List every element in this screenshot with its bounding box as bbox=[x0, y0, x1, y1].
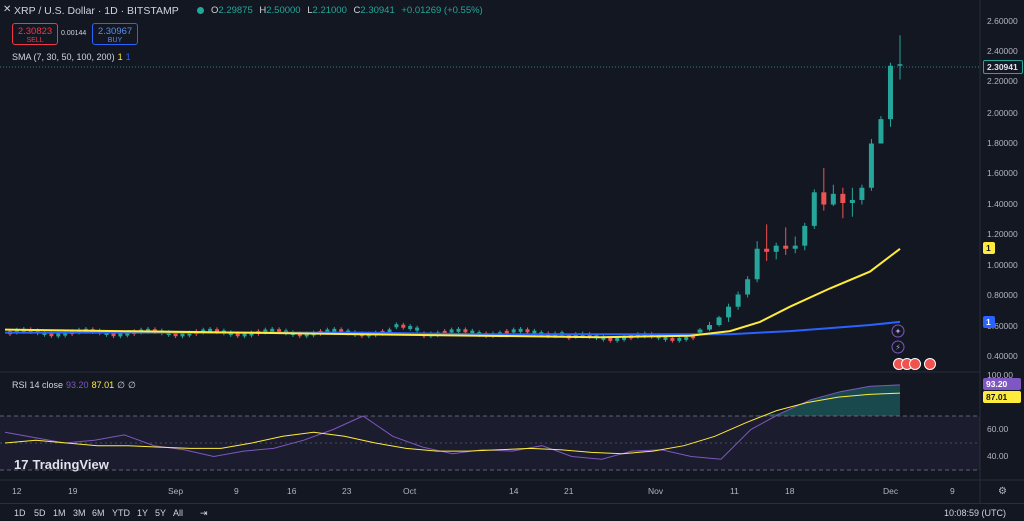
range-ytd-button[interactable]: YTD bbox=[112, 508, 130, 518]
candle bbox=[525, 327, 530, 335]
rsi-value-tag: 93.20 bbox=[983, 378, 1021, 390]
svg-text:✦: ✦ bbox=[895, 327, 902, 336]
time-axis-label: 19 bbox=[68, 486, 78, 496]
candle bbox=[394, 322, 399, 330]
candle bbox=[707, 321, 713, 332]
date-range-calendar-icon[interactable]: ⇥ bbox=[200, 508, 208, 519]
price-axis-label: 0.80000 bbox=[987, 290, 1018, 300]
price-axis-label: 1.40000 bbox=[987, 199, 1018, 209]
candle bbox=[716, 315, 722, 327]
rsi-axis-label: 40.00 bbox=[987, 451, 1009, 461]
candle bbox=[897, 35, 903, 80]
tradingview-logo: 17 TradingView bbox=[14, 457, 109, 472]
settings-gear-icon[interactable]: ⚙ bbox=[998, 486, 1007, 497]
rsi-overbought-fill bbox=[750, 384, 900, 416]
flag-icon bbox=[924, 358, 936, 370]
candle bbox=[840, 187, 846, 219]
candle bbox=[677, 335, 682, 343]
candle bbox=[745, 276, 751, 298]
time-axis-label: 9 bbox=[950, 486, 955, 496]
candle bbox=[518, 326, 523, 334]
candle bbox=[859, 184, 865, 205]
time-axis-label: 21 bbox=[564, 486, 574, 496]
utc-clock[interactable]: 10:08:59 (UTC) bbox=[944, 508, 1006, 518]
sma-long-tag: 1 bbox=[983, 316, 995, 328]
candle bbox=[754, 241, 760, 283]
time-axis-label: Dec bbox=[883, 486, 899, 496]
candle bbox=[783, 227, 789, 255]
price-chart[interactable]: ✦ ⚡ bbox=[0, 0, 1024, 520]
last-price-tag: 2.30941 bbox=[983, 60, 1023, 74]
time-axis-label: 14 bbox=[509, 486, 519, 496]
candle bbox=[849, 187, 855, 217]
candle bbox=[456, 326, 461, 334]
price-axis-label: 1.60000 bbox=[987, 168, 1018, 178]
range-1m-button[interactable]: 1M bbox=[53, 508, 66, 518]
flag-icon bbox=[909, 358, 921, 370]
candle bbox=[821, 167, 827, 211]
rsi-ma-tag: 87.01 bbox=[983, 391, 1021, 403]
time-axis-label: 16 bbox=[287, 486, 297, 496]
candle bbox=[408, 324, 413, 331]
range-5y-button[interactable]: 5Y bbox=[155, 508, 166, 518]
candle bbox=[878, 116, 884, 144]
time-axis-label: 12 bbox=[12, 486, 22, 496]
candle bbox=[764, 224, 770, 261]
range-6m-button[interactable]: 6M bbox=[92, 508, 105, 518]
range-all-button[interactable]: All bbox=[173, 508, 183, 518]
candle bbox=[773, 242, 779, 260]
time-axis-label: 11 bbox=[730, 486, 739, 496]
price-axis-label: 2.00000 bbox=[987, 108, 1018, 118]
range-3m-button[interactable]: 3M bbox=[73, 508, 86, 518]
range-5d-button[interactable]: 5D bbox=[34, 508, 46, 518]
event-markers: ✦ ⚡ bbox=[891, 324, 936, 370]
price-axis-label: 2.40000 bbox=[987, 46, 1018, 56]
candle bbox=[887, 62, 893, 127]
price-axis-label: 1.80000 bbox=[987, 138, 1018, 148]
time-axis-label: Sep bbox=[168, 486, 184, 496]
candle bbox=[792, 236, 798, 254]
bottom-toolbar: 1D 5D 1M 3M 6M YTD 1Y 5Y All ⇥ 10:08:59 … bbox=[0, 503, 1024, 521]
time-axis-label: Nov bbox=[648, 486, 664, 496]
range-1d-button[interactable]: 1D bbox=[14, 508, 26, 518]
time-axis-label: 18 bbox=[785, 486, 795, 496]
price-axis-label: 1.00000 bbox=[987, 260, 1018, 270]
candle bbox=[401, 322, 406, 330]
price-axis-label: 0.40000 bbox=[987, 351, 1018, 361]
rsi-axis-label: 60.00 bbox=[987, 424, 1009, 434]
svg-text:⚡: ⚡ bbox=[895, 343, 901, 352]
price-axis-label: 1.20000 bbox=[987, 229, 1018, 239]
candle bbox=[635, 332, 640, 339]
price-axis-label: 2.20000 bbox=[987, 76, 1018, 86]
candle bbox=[811, 189, 817, 229]
candle bbox=[830, 184, 836, 207]
sma-short-line bbox=[4, 248, 901, 339]
candle bbox=[415, 325, 420, 333]
candle bbox=[802, 222, 808, 251]
range-1y-button[interactable]: 1Y bbox=[137, 508, 148, 518]
price-axis-label: 2.60000 bbox=[987, 16, 1018, 26]
rsi-legend[interactable]: RSI 14 close 93.20 87.01 ∅ ∅ bbox=[12, 380, 136, 391]
time-axis-label: 23 bbox=[342, 486, 352, 496]
candle bbox=[601, 334, 606, 342]
candle bbox=[868, 138, 874, 191]
time-axis-label: Oct bbox=[403, 486, 417, 496]
candle bbox=[735, 291, 741, 310]
sma-short-tag: 1 bbox=[983, 242, 995, 254]
candle bbox=[726, 303, 732, 322]
time-axis-label: 9 bbox=[234, 486, 239, 496]
